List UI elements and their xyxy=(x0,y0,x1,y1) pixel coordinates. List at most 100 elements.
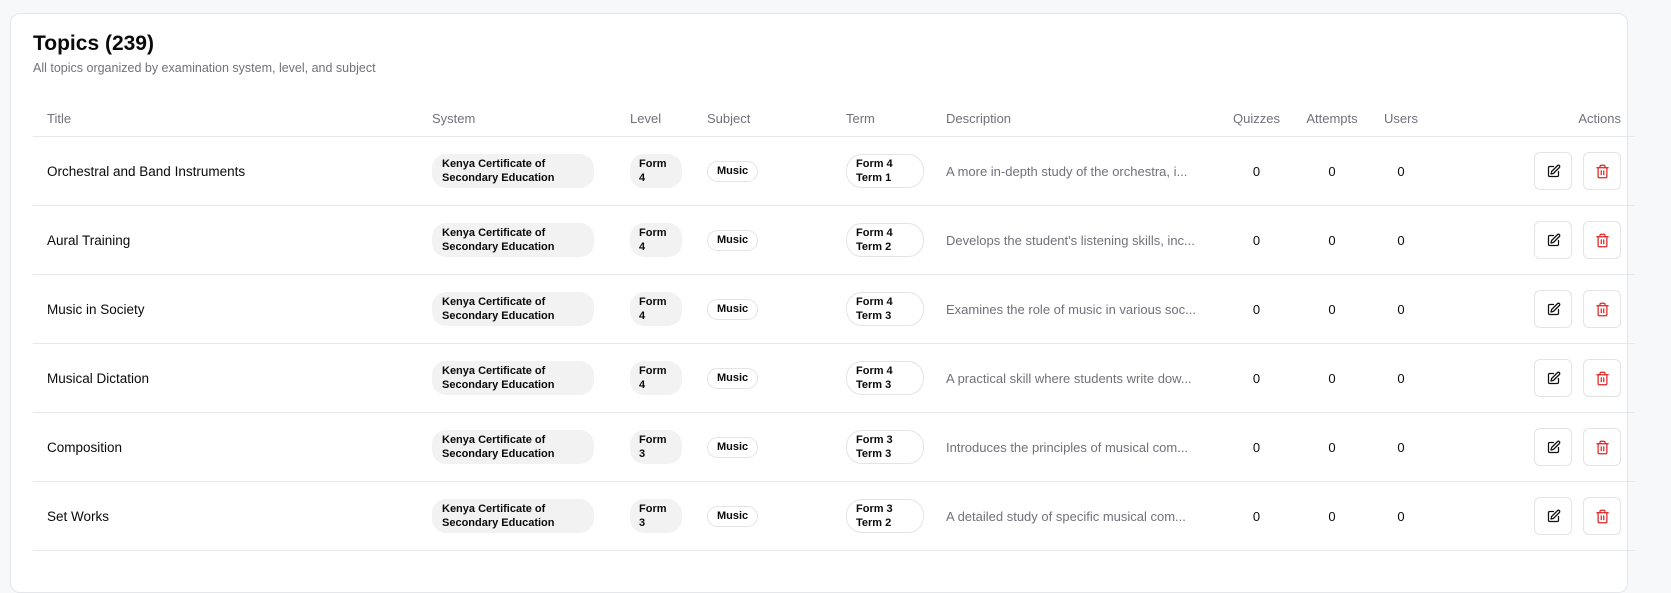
attempts-count: 0 xyxy=(1303,205,1361,275)
column-header-system: System xyxy=(432,101,630,137)
level-badge-line1: Form xyxy=(639,296,667,308)
trash-icon xyxy=(1595,164,1609,178)
attempts-count: 0 xyxy=(1303,412,1361,482)
delete-button[interactable] xyxy=(1583,359,1621,397)
page-title: Topics (239) xyxy=(33,32,154,55)
table-row: Aural Training Kenya Certificate of Secon… xyxy=(33,205,1635,275)
column-header-level: Level xyxy=(630,101,707,137)
system-badge-line2: Secondary Education xyxy=(442,379,555,391)
users-count: 0 xyxy=(1361,412,1441,482)
users-count: 0 xyxy=(1361,343,1441,413)
topics-card: Topics (239) All topics organized by exa… xyxy=(10,13,1635,593)
term-badge-line1: Form 4 xyxy=(856,365,893,377)
subject-badge: Music xyxy=(707,505,759,527)
users-count: 0 xyxy=(1361,136,1441,206)
quizzes-count: 0 xyxy=(1210,205,1303,275)
delete-button[interactable] xyxy=(1583,428,1621,466)
topic-title: Set Works xyxy=(47,508,110,524)
column-header-actions: Actions xyxy=(1441,101,1635,137)
page-subtitle: All topics organized by examination syst… xyxy=(33,61,376,75)
subject-badge: Music xyxy=(707,436,759,458)
subject-badge: Music xyxy=(707,229,759,251)
level-badge-line2: 3 xyxy=(639,517,646,529)
topic-description: A more in-depth study of the orchestra, … xyxy=(946,163,1188,179)
term-badge-line1: Form 4 xyxy=(856,227,893,239)
system-badge-line1: Kenya Certificate of xyxy=(442,158,546,170)
level-badge: Form 4 xyxy=(630,154,682,188)
term-badge: Form 3 Term 3 xyxy=(846,430,924,464)
term-badge: Form 3 Term 2 xyxy=(846,499,924,533)
term-badge-line2: Term 1 xyxy=(856,172,892,184)
level-badge-line1: Form xyxy=(639,227,667,239)
level-badge: Form 4 xyxy=(630,361,682,395)
level-badge-line1: Form xyxy=(639,434,667,446)
trash-icon xyxy=(1595,440,1609,454)
column-header-attempts: Attempts xyxy=(1303,101,1361,137)
topic-description: A practical skill where students write d… xyxy=(946,370,1192,386)
level-badge-line2: 4 xyxy=(639,379,646,391)
level-badge: Form 4 xyxy=(630,223,682,257)
column-header-users: Users xyxy=(1361,101,1441,137)
system-badge-line2: Secondary Education xyxy=(442,310,555,322)
table-row: Music in Society Kenya Certificate of Sec… xyxy=(33,274,1635,344)
quizzes-count: 0 xyxy=(1210,481,1303,551)
term-badge-line1: Form 3 xyxy=(856,434,893,446)
system-badge: Kenya Certificate of Secondary Education xyxy=(432,361,594,395)
level-badge-line2: 4 xyxy=(639,241,646,253)
term-badge-line2: Term 2 xyxy=(856,241,892,253)
system-badge-line2: Secondary Education xyxy=(442,172,555,184)
quizzes-count: 0 xyxy=(1210,412,1303,482)
edit-icon xyxy=(1547,440,1561,453)
users-count: 0 xyxy=(1361,274,1441,344)
subject-badge: Music xyxy=(707,160,759,182)
level-badge-line1: Form xyxy=(639,503,667,515)
table-header-row: Title System Level Subject Term Descript… xyxy=(33,101,1635,137)
delete-button[interactable] xyxy=(1583,497,1621,535)
system-badge-line2: Secondary Education xyxy=(442,517,555,529)
system-badge: Kenya Certificate of Secondary Education xyxy=(432,223,594,257)
term-badge-line1: Form 3 xyxy=(856,503,893,515)
edit-button[interactable] xyxy=(1534,152,1573,190)
system-badge: Kenya Certificate of Secondary Education xyxy=(432,154,594,188)
topics-table: Title System Level Subject Term Descript… xyxy=(33,101,1635,551)
delete-button[interactable] xyxy=(1583,221,1621,259)
edit-button[interactable] xyxy=(1534,359,1573,397)
attempts-count: 0 xyxy=(1303,274,1361,344)
trash-icon xyxy=(1595,233,1609,247)
attempts-count: 0 xyxy=(1303,343,1361,413)
edit-button[interactable] xyxy=(1534,497,1573,535)
delete-button[interactable] xyxy=(1583,290,1621,328)
term-badge-line2: Term 3 xyxy=(856,448,892,460)
trash-icon xyxy=(1595,302,1609,316)
term-badge-line1: Form 4 xyxy=(856,296,893,308)
users-count: 0 xyxy=(1361,205,1441,275)
level-badge: Form 4 xyxy=(630,292,682,326)
edit-button[interactable] xyxy=(1534,221,1573,259)
quizzes-count: 0 xyxy=(1210,136,1303,206)
system-badge-line1: Kenya Certificate of xyxy=(442,365,546,377)
term-badge-line2: Term 3 xyxy=(856,379,892,391)
quizzes-count: 0 xyxy=(1210,343,1303,413)
topic-title: Orchestral and Band Instruments xyxy=(47,163,246,179)
term-badge: Form 4 Term 2 xyxy=(846,223,924,257)
topic-description: A detailed study of specific musical com… xyxy=(946,508,1186,524)
edit-button[interactable] xyxy=(1534,290,1573,328)
attempts-count: 0 xyxy=(1303,481,1361,551)
users-count: 0 xyxy=(1361,481,1441,551)
edit-icon xyxy=(1547,302,1561,315)
system-badge: Kenya Certificate of Secondary Education xyxy=(432,499,594,533)
system-badge-line1: Kenya Certificate of xyxy=(442,434,546,446)
column-header-term: Term xyxy=(846,101,946,137)
edit-button[interactable] xyxy=(1534,428,1573,466)
subject-badge: Music xyxy=(707,367,759,389)
term-badge: Form 4 Term 3 xyxy=(846,292,924,326)
delete-button[interactable] xyxy=(1583,152,1621,190)
column-header-quizzes: Quizzes xyxy=(1210,101,1303,137)
term-badge: Form 4 Term 3 xyxy=(846,361,924,395)
topic-title: Aural Training xyxy=(47,232,131,248)
level-badge: Form 3 xyxy=(630,499,682,533)
column-header-subject: Subject xyxy=(707,101,846,137)
topic-description: Examines the role of music in various so… xyxy=(946,301,1196,317)
trash-icon xyxy=(1595,371,1609,385)
term-badge: Form 4 Term 1 xyxy=(846,154,924,188)
